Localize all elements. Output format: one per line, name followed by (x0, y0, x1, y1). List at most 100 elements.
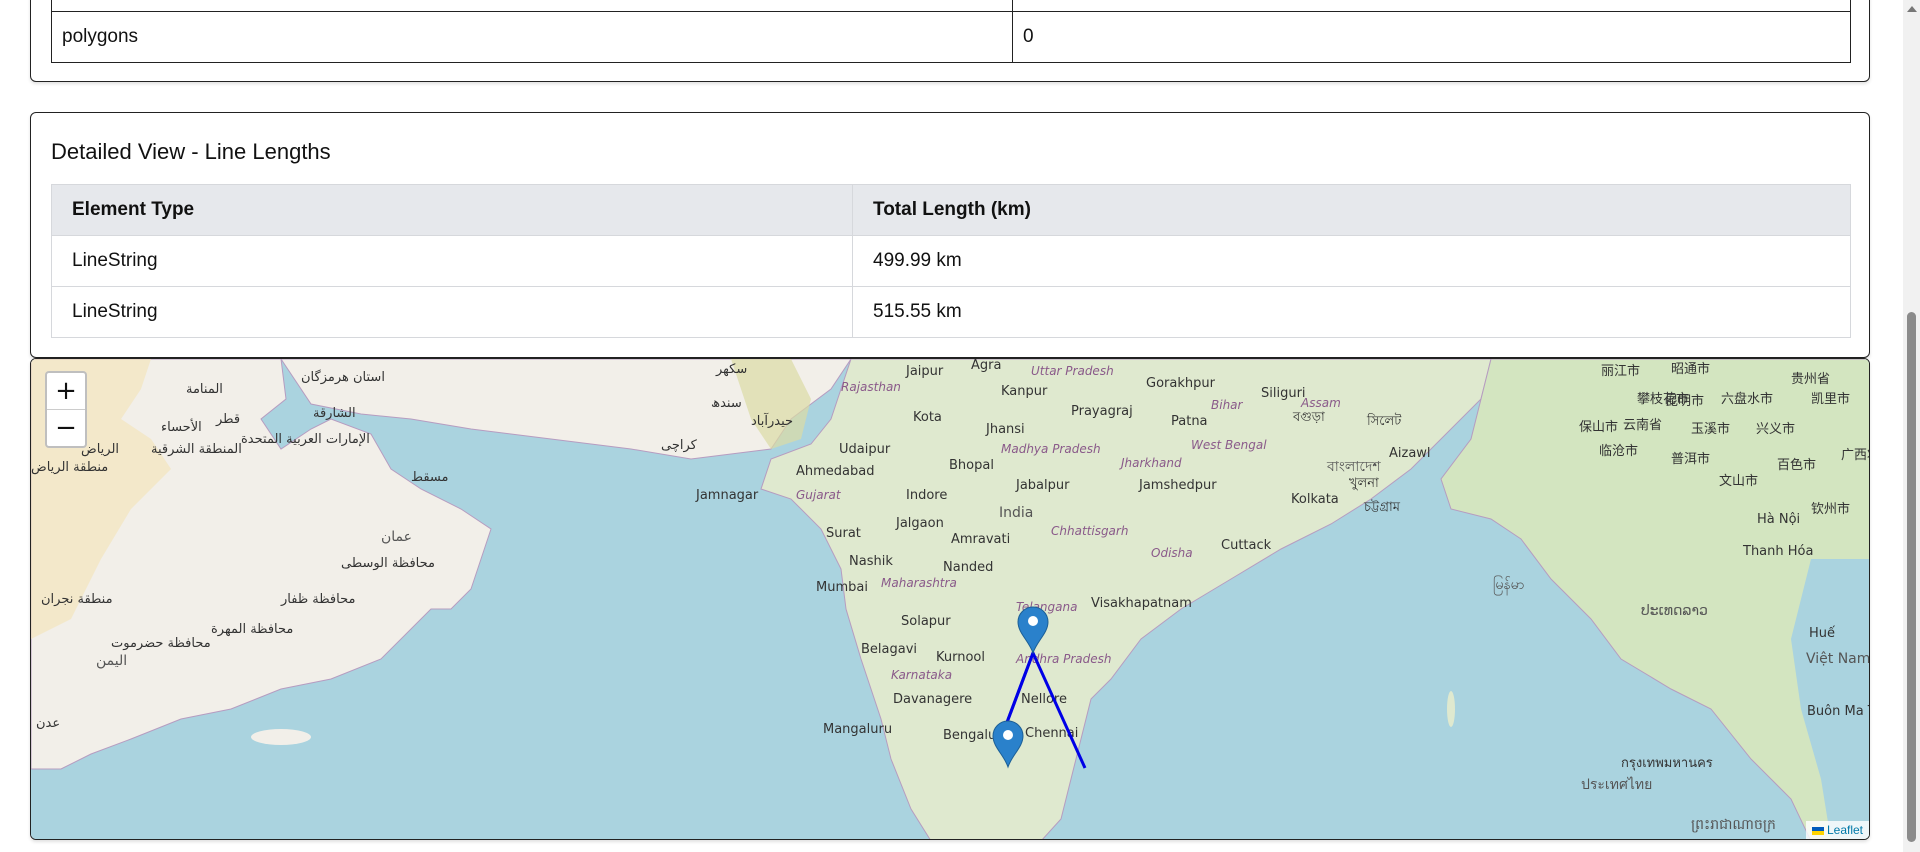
map-label-country: عمان (381, 529, 412, 545)
map-label-city: Kanpur (1001, 384, 1048, 399)
map-label-region: Uttar Pradesh (1031, 364, 1114, 378)
map-label-city: Jabalpur (1015, 478, 1070, 493)
map-label-city: 临沧市 (1599, 443, 1638, 459)
map-label-city: الشارقة (313, 406, 356, 421)
map-label-region: Assam (1300, 396, 1341, 410)
table-cell: 0 (1012, 11, 1851, 63)
map-label-region: Odisha (1151, 546, 1193, 560)
map-label-city: 普洱市 (1671, 451, 1710, 467)
map-label-city: Siliguri (1261, 386, 1306, 401)
table-header-row: Element Type Total Length (km) (51, 184, 1851, 236)
scrollbar-thumb[interactable] (1907, 312, 1916, 842)
zoom-out-button[interactable]: − (47, 409, 85, 446)
leaflet-link[interactable]: Leaflet (1827, 823, 1863, 837)
column-header-total-length: Total Length (km) (852, 184, 1851, 236)
map-label-city: Indore (906, 488, 947, 503)
map-label-region: محافظة ظفار (280, 592, 355, 607)
map-label-country: قطر (215, 412, 240, 427)
map-label-region: سندھ (711, 396, 742, 411)
map-label-city: Thanh Hóa (1742, 544, 1813, 559)
map-label-city: সিলেট (1366, 413, 1402, 429)
map-label-region: Gujarat (796, 488, 842, 502)
table-cell (1012, 0, 1851, 12)
map-label-city: Jalgaon (895, 516, 944, 531)
table-cell-type: LineString (51, 286, 853, 338)
map-label-city: Davanagere (893, 692, 972, 707)
map-label-region: Maharashtra (881, 576, 957, 590)
zoom-control[interactable]: + − (45, 371, 87, 448)
map-label-region: Jharkhand (1119, 456, 1182, 470)
map-label-region: منطقة الرياض (31, 460, 108, 475)
summary-card: polygons 0 (30, 0, 1870, 82)
map-label-city: Cuttack (1221, 538, 1272, 553)
map-label-city: Buôn Ma Thuột (1807, 704, 1870, 719)
map-label-city: Gorakhpur (1146, 376, 1216, 391)
map-label-city: عدن (36, 716, 60, 731)
map-label-city: 玉溪市 (1691, 421, 1730, 437)
map-label-city: 丽江市 (1601, 363, 1640, 379)
zoom-in-button[interactable]: + (47, 373, 85, 409)
map-container[interactable]: Jaipur Agra Uttar Pradesh Gorakhpur Sili… (30, 358, 1870, 840)
map-label-region: 广西壮族 (1841, 447, 1870, 463)
map-label-region: المنطقة الشرقية (151, 442, 242, 457)
map-label-city: খুলনা (1349, 476, 1379, 491)
line-lengths-table: Element Type Total Length (km) LineStrin… (51, 184, 1851, 338)
map-label-city: Jamshedpur (1138, 478, 1217, 493)
table-cell-length: 515.55 km (852, 286, 1851, 338)
table-cell-type: LineString (51, 235, 853, 287)
map-label-city: 保山市 (1579, 419, 1618, 435)
column-header-element-type: Element Type (51, 184, 853, 236)
map-label-region: West Bengal (1191, 438, 1267, 452)
table-cell: polygons (51, 11, 1013, 63)
map-label-city: Belagavi (861, 642, 917, 657)
table-row (51, 0, 1851, 12)
map-label-city: চট্টগ্রাম (1363, 499, 1401, 515)
map-label-city: Jhansi (985, 422, 1025, 437)
line-lengths-card: Detailed View - Line Lengths Element Typ… (30, 112, 1870, 358)
map-label-city: مسقط (411, 470, 448, 485)
map-label-city: Mangaluru (823, 722, 892, 737)
table-row: LineString 515.55 km (51, 286, 1851, 338)
map-label-city: حیدرآباد (751, 412, 793, 429)
map-label-region: 贵州省 (1791, 372, 1830, 387)
map-label-city: 凯里市 (1811, 391, 1850, 407)
map-label-country: ປະເທດລາວ (1641, 603, 1708, 619)
map-label-country: India (999, 505, 1033, 521)
map-label-city: سکھر (715, 362, 747, 377)
map-attribution[interactable]: Leaflet (1805, 821, 1869, 839)
map-label-country: မြန်မာ (1493, 576, 1524, 595)
table-row: polygons 0 (51, 11, 1851, 63)
map-label-region: 云南省 (1623, 417, 1662, 433)
map-label-city: 兴义市 (1756, 421, 1795, 437)
section-title: Detailed View - Line Lengths (51, 139, 331, 164)
map-label-city: 攀枝花市 (1637, 391, 1689, 407)
map-label-city: বগুড়া (1292, 410, 1325, 425)
andaman-islands (1447, 691, 1455, 727)
map-label-region: Madhya Pradesh (1001, 442, 1101, 456)
scroll-up-arrow-icon[interactable] (1907, 6, 1917, 12)
map-label-country: ព្រះរាជាណាចក្រ (1691, 817, 1776, 833)
map-label-city: Mumbai (816, 580, 868, 595)
map-label-city: Agra (971, 359, 1001, 373)
map-label-city: Kolkata (1291, 492, 1339, 507)
map-label-city: Solapur (901, 614, 951, 629)
map-label-region: Bihar (1211, 398, 1244, 412)
map-label-country: বাংলাদেশ (1326, 459, 1381, 475)
map-label-country: اليمن (96, 653, 127, 669)
map-label-city: Amravati (951, 532, 1010, 547)
map-label-city: Prayagraj (1071, 404, 1133, 419)
map-label-country: الإمارات العربية المتحدة (241, 432, 370, 447)
map-canvas[interactable]: Jaipur Agra Uttar Pradesh Gorakhpur Sili… (31, 359, 1870, 840)
map-label-city: กรุงเทพมหานคร (1621, 756, 1713, 771)
map-label-city: Visakhapatnam (1091, 596, 1192, 611)
table-cell (51, 0, 1013, 12)
map-label-city: Kota (913, 410, 942, 425)
map-label-city: كراچی (661, 438, 698, 453)
map-label-region: منطقة نجران (41, 592, 113, 607)
page-scrollbar[interactable] (1903, 0, 1920, 852)
map-label-region: محافظة حضرموت (111, 636, 211, 651)
map-label-city: Kurnool (936, 650, 985, 665)
map-label-city: Nashik (849, 554, 893, 569)
map-label-city: Nellore (1021, 692, 1067, 707)
map-label-city: Huế (1809, 626, 1835, 641)
